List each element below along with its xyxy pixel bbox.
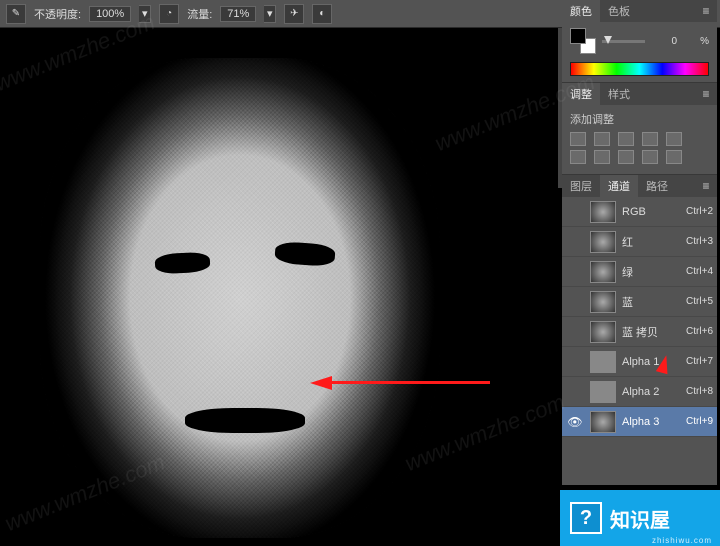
adjust-brightness-icon[interactable] <box>570 132 586 146</box>
channel-name: 红 <box>622 234 686 250</box>
adjust-photofilter-icon[interactable] <box>618 150 634 164</box>
image-canvas[interactable] <box>0 28 475 546</box>
mask-scribble <box>155 252 211 275</box>
channel-shortcut: Ctrl+6 <box>686 326 713 337</box>
canvas[interactable] <box>0 28 558 546</box>
channel-thumb <box>590 291 616 313</box>
adjust-panel-tabs: 调整 样式 ≡ <box>562 83 717 105</box>
channel-thumb <box>590 411 616 433</box>
tab-layers[interactable]: 图层 <box>562 175 600 197</box>
panel-menu-icon[interactable]: ≡ <box>695 0 717 22</box>
channel-shortcut: Ctrl+5 <box>686 296 713 307</box>
channel-thumb <box>590 321 616 343</box>
channel-shortcut: Ctrl+3 <box>686 236 713 247</box>
channel-shortcut: Ctrl+4 <box>686 266 713 277</box>
face-mask-preview <box>40 58 440 538</box>
adjust-vibrance-icon[interactable] <box>666 132 682 146</box>
fg-bg-swatch[interactable] <box>570 28 596 54</box>
channel-row[interactable]: 绿Ctrl+4 <box>562 257 717 287</box>
channel-name: Alpha 3 <box>622 416 686 428</box>
adjust-chanmix-icon[interactable] <box>642 150 658 164</box>
brightness-slider[interactable] <box>602 40 645 43</box>
hue-strip[interactable] <box>570 62 709 76</box>
channel-row[interactable]: Alpha 2Ctrl+8 <box>562 377 717 407</box>
channel-name: RGB <box>622 206 686 218</box>
tab-adjustments[interactable]: 调整 <box>562 83 600 105</box>
right-panel-dock: 颜色 色板 ≡ 0 % 调整 样式 ≡ 添加调整 <box>562 0 717 485</box>
adjust-curves-icon[interactable] <box>618 132 634 146</box>
channel-thumb <box>590 381 616 403</box>
color-panel-tabs: 颜色 色板 ≡ <box>562 0 717 22</box>
channel-name: 蓝 拷贝 <box>622 324 686 340</box>
color-panel: 0 % <box>562 22 717 83</box>
brand-text: 知识屋 <box>610 504 670 533</box>
tab-paths[interactable]: 路径 <box>638 175 676 197</box>
pressure-size-icon[interactable]: ◐ <box>312 4 332 24</box>
opacity-field[interactable]: 100% <box>89 6 131 22</box>
brand-icon: ? <box>570 502 602 534</box>
channel-row[interactable]: 蓝Ctrl+5 <box>562 287 717 317</box>
channel-row[interactable]: 蓝 拷贝Ctrl+6 <box>562 317 717 347</box>
channel-shortcut: Ctrl+8 <box>686 386 713 397</box>
panel-menu-icon[interactable]: ≡ <box>695 175 717 197</box>
brand-url: zhishiwu.com <box>652 536 712 545</box>
channel-shortcut: Ctrl+7 <box>686 356 713 367</box>
panel-menu-icon[interactable]: ≡ <box>695 83 717 105</box>
pressure-opacity-icon[interactable]: ◔ <box>159 4 179 24</box>
flow-label: 流量: <box>187 6 212 22</box>
mask-scribble <box>274 241 335 267</box>
adjust-exposure-icon[interactable] <box>642 132 658 146</box>
adjust-label: 添加调整 <box>570 111 709 127</box>
channel-thumb <box>590 351 616 373</box>
channel-row[interactable]: RGBCtrl+2 <box>562 197 717 227</box>
tab-styles[interactable]: 样式 <box>600 83 638 105</box>
channel-row[interactable]: Alpha 1Ctrl+7 <box>562 347 717 377</box>
adjustments-panel: 添加调整 <box>562 105 717 175</box>
adjust-bw-icon[interactable] <box>594 150 610 164</box>
tab-color[interactable]: 颜色 <box>562 0 600 22</box>
opacity-dropdown[interactable]: ▾ <box>139 5 151 23</box>
visibility-toggle-icon[interactable]: 👁 <box>566 415 584 429</box>
adjust-colorlookup-icon[interactable] <box>666 150 682 164</box>
flow-dropdown[interactable]: ▾ <box>264 5 276 23</box>
brand-badge: ? 知识屋 zhishiwu.com <box>560 490 720 546</box>
channel-row[interactable]: 👁 Alpha 3Ctrl+9 <box>562 407 717 437</box>
adjust-levels-icon[interactable] <box>594 132 610 146</box>
tab-swatches[interactable]: 色板 <box>600 0 638 22</box>
tab-channels[interactable]: 通道 <box>600 175 638 197</box>
flow-field[interactable]: 71% <box>220 6 256 22</box>
channels-panel: RGBCtrl+2红Ctrl+3绿Ctrl+4蓝Ctrl+5蓝 拷贝Ctrl+6… <box>562 197 717 485</box>
channels-panel-tabs: 图层 通道 路径 ≡ <box>562 175 717 197</box>
airbrush-icon[interactable]: ✈ <box>284 4 304 24</box>
channel-name: Alpha 2 <box>622 386 686 398</box>
channel-thumb <box>590 261 616 283</box>
channel-name: Alpha 1 <box>622 356 686 368</box>
channel-list: RGBCtrl+2红Ctrl+3绿Ctrl+4蓝Ctrl+5蓝 拷贝Ctrl+6… <box>562 197 717 485</box>
opacity-label: 不透明度: <box>34 6 81 22</box>
channel-shortcut: Ctrl+9 <box>686 416 713 427</box>
channel-thumb <box>590 231 616 253</box>
channel-row[interactable]: 红Ctrl+3 <box>562 227 717 257</box>
channel-name: 蓝 <box>622 294 686 310</box>
channel-name: 绿 <box>622 264 686 280</box>
slider-value: 0 <box>651 36 677 47</box>
adjust-hue-icon[interactable] <box>570 150 586 164</box>
mask-scribble <box>185 408 305 433</box>
slider-unit: % <box>683 36 709 47</box>
channel-thumb <box>590 201 616 223</box>
brush-preset-icon[interactable]: ✎ <box>6 4 26 24</box>
channel-shortcut: Ctrl+2 <box>686 206 713 217</box>
